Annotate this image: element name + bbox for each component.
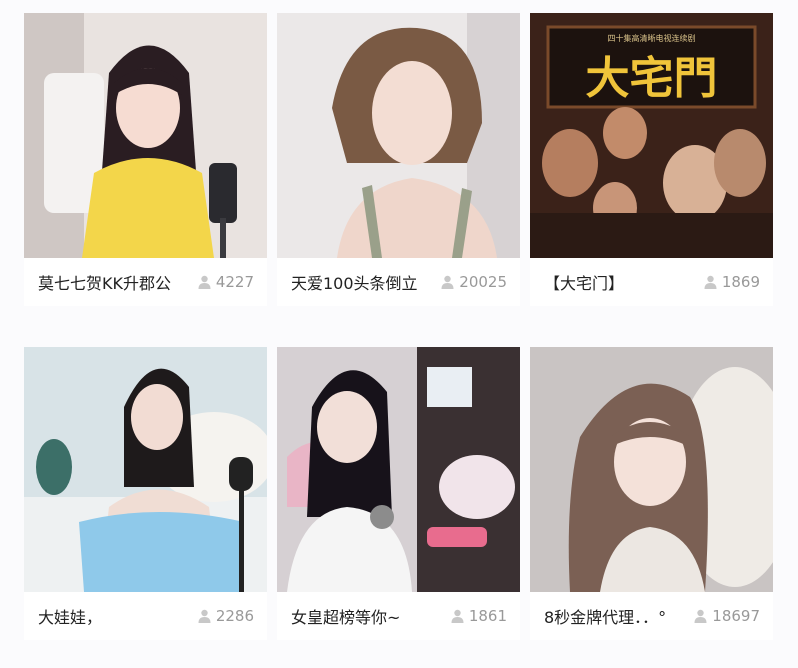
room-title[interactable]: 莫七七贺KK升郡公 <box>38 270 171 294</box>
viewer-count: 20025 <box>441 273 507 291</box>
room-card[interactable]: 大娃娃， 2286 <box>24 347 267 668</box>
tv-poster-thumbnail[interactable]: 四十集高清晰电视连续剧 大宅門 <box>530 13 773 258</box>
viewer-count: 2286 <box>198 607 254 625</box>
room-info-bar: 莫七七贺KK升郡公 4227 <box>24 258 267 306</box>
room-info-bar: 8秒金牌代理．．° 18697 <box>530 592 773 640</box>
room-info-bar: 【大宅门】 1869 <box>530 258 773 306</box>
room-title[interactable]: 【大宅门】 <box>544 270 624 294</box>
poster-title: 大宅門 <box>586 53 718 104</box>
viewer-count-value: 1869 <box>721 273 760 291</box>
viewer-count-value: 1861 <box>468 607 507 625</box>
streamer-thumbnail[interactable] <box>24 347 267 592</box>
room-title[interactable]: 女皇超榜等你~ <box>291 604 400 628</box>
room-info-bar: 女皇超榜等你~ 1861 <box>277 592 520 640</box>
streamer-thumbnail[interactable] <box>277 13 520 258</box>
user-icon <box>704 275 717 289</box>
user-icon <box>198 609 211 623</box>
room-card[interactable]: 8秒金牌代理．．° 18697 <box>530 347 773 668</box>
viewer-count-value: 2286 <box>215 607 254 625</box>
viewer-count: 4227 <box>198 273 254 291</box>
room-card[interactable]: 天爱100头条倒立 20025 <box>277 13 520 334</box>
room-title[interactable]: 大娃娃， <box>38 604 102 628</box>
room-card[interactable]: 莫七七贺KK升郡公 4227 <box>24 13 267 334</box>
room-title[interactable]: 天爱100头条倒立 <box>291 270 418 294</box>
viewer-count: 18697 <box>694 607 760 625</box>
live-room-grid: 莫七七贺KK升郡公 4227 天爱100头条倒立 20025 四十集高清晰电视连… <box>24 13 773 668</box>
streamer-thumbnail[interactable] <box>277 347 520 592</box>
user-icon <box>441 275 454 289</box>
thumbnail-image: 四十集高清晰电视连续剧 大宅門 <box>530 13 773 258</box>
thumbnail-image <box>24 13 267 258</box>
thumbnail-image <box>277 13 520 258</box>
thumbnail-image <box>24 347 267 592</box>
room-info-bar: 天爱100头条倒立 20025 <box>277 258 520 306</box>
streamer-thumbnail[interactable] <box>24 13 267 258</box>
user-icon <box>451 609 464 623</box>
room-info-bar: 大娃娃， 2286 <box>24 592 267 640</box>
viewer-count-value: 20025 <box>459 273 507 291</box>
room-card[interactable]: 四十集高清晰电视连续剧 大宅門 【大宅门】 1869 <box>530 13 773 334</box>
room-card[interactable]: 女皇超榜等你~ 1861 <box>277 347 520 668</box>
poster-subtitle: 四十集高清晰电视连续剧 <box>608 33 696 43</box>
streamer-thumbnail[interactable] <box>530 347 773 592</box>
viewer-count: 1869 <box>704 273 760 291</box>
room-title[interactable]: 8秒金牌代理．．° <box>544 604 666 628</box>
user-icon <box>198 275 211 289</box>
viewer-count: 1861 <box>451 607 507 625</box>
viewer-count-value: 4227 <box>215 273 254 291</box>
viewer-count-value: 18697 <box>712 607 760 625</box>
thumbnail-image <box>277 347 520 592</box>
thumbnail-image <box>530 347 773 592</box>
user-icon <box>694 609 707 623</box>
